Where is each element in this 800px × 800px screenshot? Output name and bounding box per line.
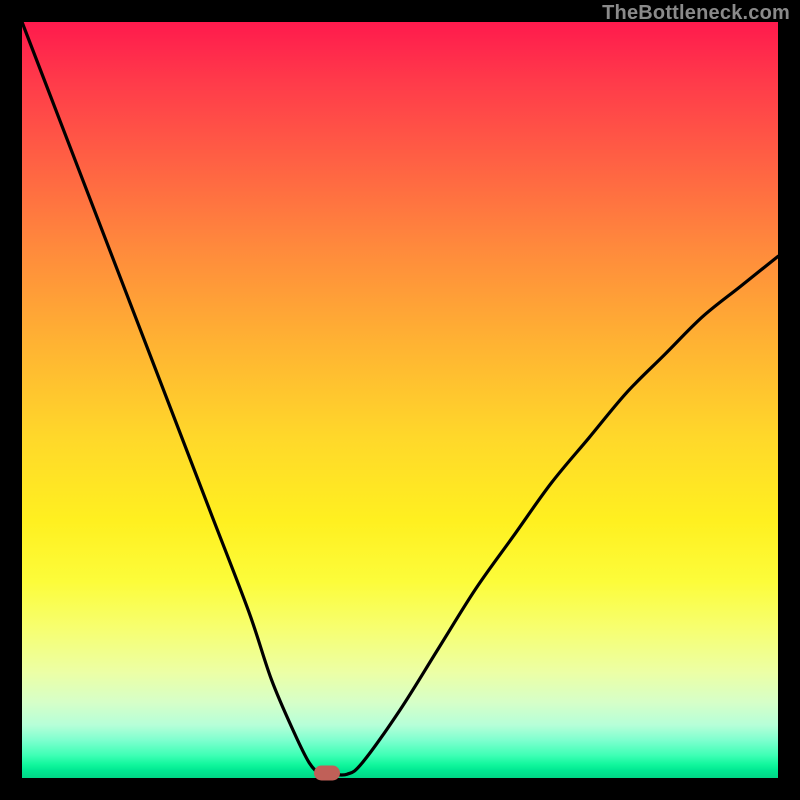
bottleneck-curve: [22, 22, 778, 778]
watermark-text: TheBottleneck.com: [602, 2, 790, 25]
chart-frame: TheBottleneck.com: [0, 0, 800, 800]
optimal-point-marker: [314, 765, 340, 780]
